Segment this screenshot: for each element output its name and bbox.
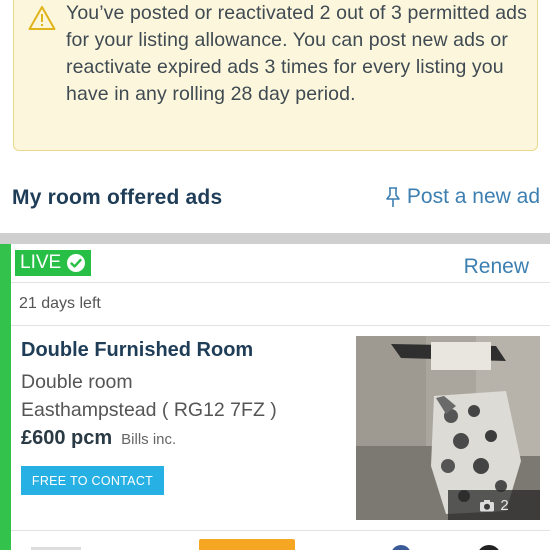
price-row: £600 pcm Bills inc.: [21, 427, 176, 450]
ad-location: Easthampstead ( RG12 7FZ ): [21, 399, 277, 421]
photo-count-value: 2: [500, 496, 509, 514]
listing-allowance-notice: You’ve posted or reactivated 2 out of 3 …: [13, 0, 538, 151]
ad-price: £600 pcm: [21, 427, 113, 449]
ad-photo[interactable]: 2: [356, 336, 540, 520]
status-badge: LIVE: [15, 250, 92, 276]
ad-title[interactable]: Double Furnished Room: [21, 339, 253, 362]
free-to-contact-button[interactable]: FREE TO CONTACT: [21, 466, 164, 495]
renew-link[interactable]: Renew: [464, 255, 529, 279]
pin-icon: [386, 187, 400, 207]
notice-text: You’ve posted or reactivated 2 out of 3 …: [66, 2, 527, 105]
ad-card[interactable]: LIVE Renew 21 days left Double Furnished…: [0, 244, 550, 550]
room-type: Double room: [21, 371, 133, 393]
bills-included: Bills inc.: [121, 431, 177, 448]
page-title: My room offered ads: [12, 186, 223, 209]
share-icon[interactable]: [477, 545, 501, 550]
camera-icon: [480, 499, 495, 511]
photo-count: 2: [448, 490, 540, 520]
days-left-row: 21 days left: [11, 282, 550, 326]
days-left: 21 days left: [19, 295, 101, 312]
check-circle-icon: [67, 254, 86, 272]
section-divider: [0, 233, 550, 244]
status-label: LIVE: [20, 252, 62, 273]
warning-triangle-icon: [28, 6, 56, 30]
action-button[interactable]: [199, 539, 295, 550]
ad-actions-row: [11, 530, 550, 550]
live-status-strip: [0, 244, 11, 550]
facebook-icon[interactable]: [391, 545, 411, 550]
post-new-ad-label: Post a new ad: [406, 185, 540, 208]
section-header: My room offered ads Post a new ad: [0, 180, 550, 220]
post-new-ad-link[interactable]: Post a new ad: [384, 185, 540, 209]
